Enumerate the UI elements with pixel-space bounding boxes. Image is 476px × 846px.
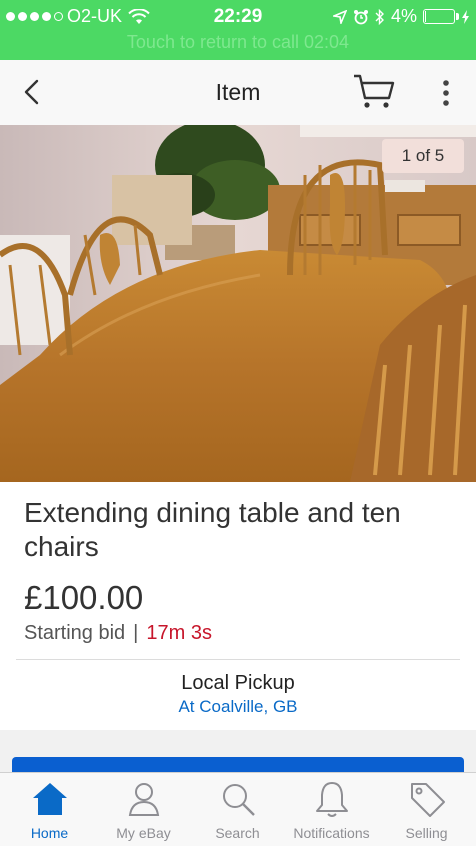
pickup-location-link[interactable]: At Coalville, GB [0,697,476,717]
bell-icon [315,782,348,817]
bid-label: Starting bid [24,622,126,644]
tab-home[interactable]: Home [2,779,97,841]
listing-photo[interactable]: 1 of 5 [0,125,476,482]
page-title: Item [215,79,261,105]
bid-separator: | [133,622,139,644]
tab-my-ebay[interactable]: My eBay [96,779,191,841]
person-icon [128,783,159,816]
navigation-bar: Item [0,60,476,126]
pickup-label: Local Pickup [181,672,295,694]
time-left: 17m 3s [146,622,212,644]
item-title: Extending dining table and ten chairs [24,497,401,562]
item-price: £100.00 [24,579,144,616]
tab-label: Home [30,825,69,841]
tab-search[interactable]: Search [190,779,285,841]
alarm-icon [353,9,368,24]
tab-label: Selling [405,825,448,841]
tab-bar: Home My eBay Search Notifications Sellin… [0,772,476,846]
tab-notifications[interactable]: Notifications [284,779,379,841]
dining-table-photo [0,125,476,482]
tab-label: My eBay [116,825,171,841]
bid-info: Starting bid | 17m 3s [24,622,212,645]
battery-icon [423,9,459,24]
charging-bolt-icon [462,9,469,24]
location-arrow-icon [332,9,347,24]
more-options-icon[interactable] [434,75,458,111]
return-to-call-banner[interactable]: Touch to return to call 02:04 [0,32,476,53]
photo-counter: 1 of 5 [382,139,464,173]
item-details: Extending dining table and ten chairs £1… [0,482,476,730]
divider [16,659,460,660]
bluetooth-icon [375,8,384,25]
tab-selling[interactable]: Selling [379,779,474,841]
tag-icon [410,783,445,817]
cart-icon[interactable] [352,72,396,112]
tab-label: Notifications [293,825,370,841]
home-icon [32,783,67,815]
status-bar: O2-UK 22:29 4% Touch to return to call 0… [0,0,476,60]
tab-label: Search [215,825,260,841]
magnifier-icon [222,784,255,816]
battery-percent: 4% [390,6,417,26]
